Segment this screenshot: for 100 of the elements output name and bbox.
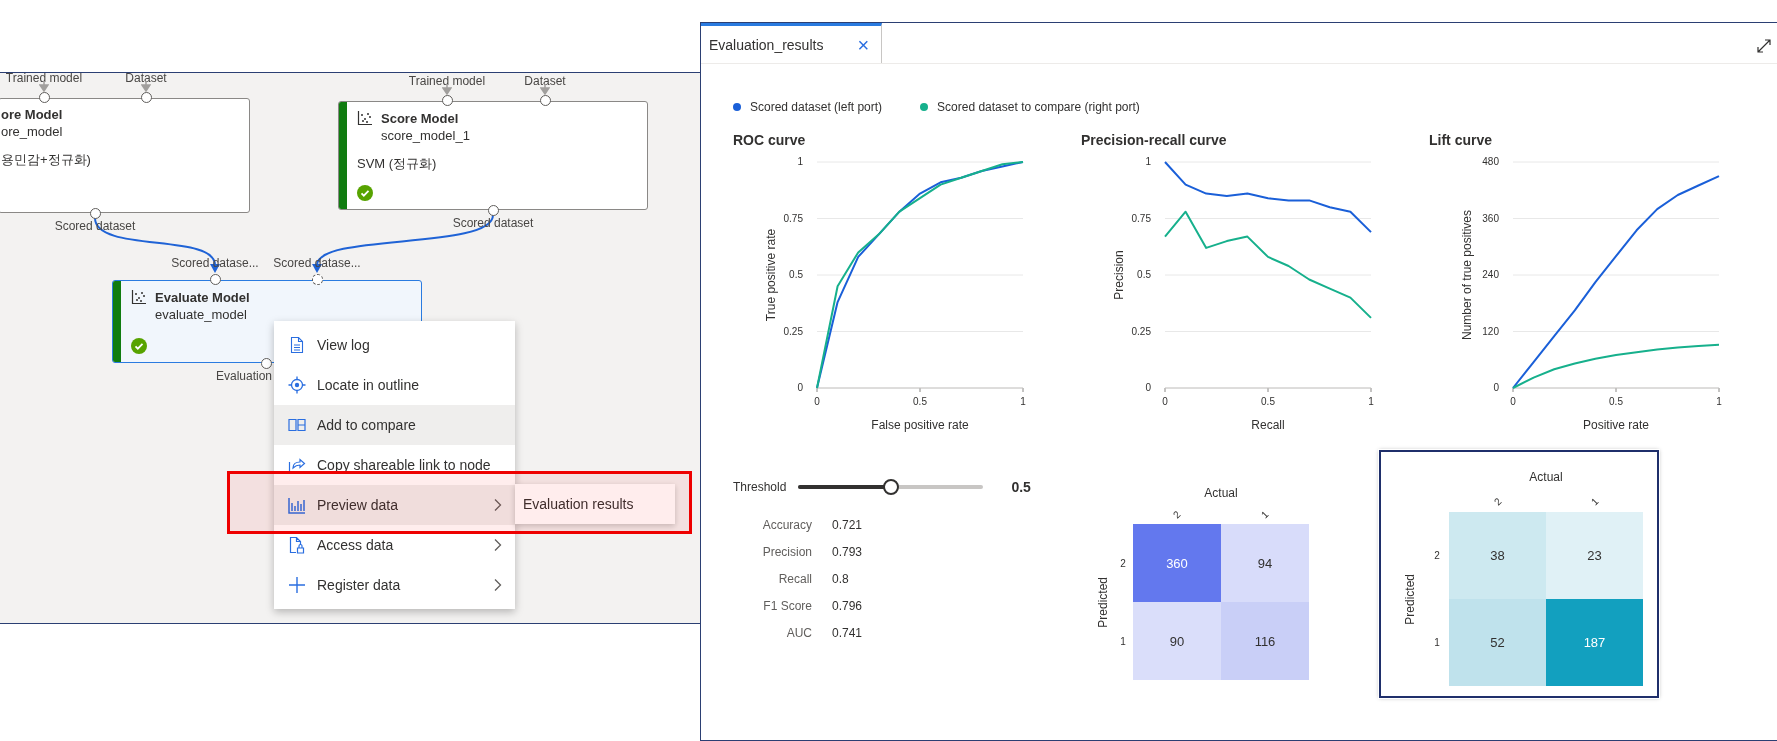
- tick-label: 1: [797, 156, 803, 167]
- scatter-plot-icon: [131, 289, 147, 305]
- menu-item[interactable]: Access data: [274, 525, 515, 565]
- axis-title: Recall: [1251, 418, 1285, 432]
- input-port[interactable]: [539, 95, 551, 106]
- tick-label: 240: [1482, 269, 1499, 280]
- axis-title: Predicted: [1096, 576, 1110, 628]
- tick-label: 0.5: [789, 269, 803, 280]
- axis-title: Number of true positives: [1460, 209, 1474, 341]
- confusion-matrix[interactable]: Actual 2 1 Predicted 2 38 23 1 52 187: [1379, 450, 1659, 698]
- tick-label: 1: [1716, 396, 1722, 407]
- document-icon: [288, 336, 306, 354]
- menu-item[interactable]: Preview data: [274, 485, 515, 525]
- slider-label: Threshold: [733, 480, 787, 494]
- slider-thumb[interactable]: [882, 479, 899, 495]
- tick-label: 0: [1510, 396, 1516, 407]
- port-label: Evaluation: [215, 369, 272, 383]
- module-description: 용민감+정규화): [1, 151, 92, 169]
- matrix-cell: 360: [1133, 524, 1221, 602]
- tick-label: 0: [814, 396, 820, 407]
- chart-title: Precision-recall curve: [1081, 132, 1228, 148]
- metric-label: F1 Score: [762, 599, 812, 613]
- module-title: Evaluate Model: [155, 289, 250, 305]
- matrix-cell: 23: [1546, 512, 1643, 599]
- row-label: 1: [1434, 637, 1440, 648]
- column-label: 2: [1171, 508, 1183, 520]
- tick-label: 0: [1493, 382, 1499, 393]
- tick-label: 120: [1482, 325, 1499, 337]
- output-port[interactable]: [487, 205, 499, 216]
- chart-title: ROC curve: [733, 132, 807, 148]
- axis-title: True positive rate: [764, 228, 778, 322]
- input-port[interactable]: [209, 274, 221, 285]
- tab-label: Evaluation_results: [709, 36, 824, 53]
- input-port[interactable]: [311, 274, 323, 285]
- output-port[interactable]: [89, 208, 101, 219]
- port-label: Dataset: [524, 74, 566, 88]
- column-label: 1: [1588, 495, 1601, 507]
- chart-title: Lift curve: [1429, 132, 1493, 148]
- tick-label: 0: [797, 382, 803, 393]
- menu-item[interactable]: Add to compare: [274, 405, 515, 445]
- module-name: evaluate_model: [155, 307, 248, 322]
- matrix-cell: 187: [1546, 599, 1643, 686]
- legend-label: Scored dataset to compare (right port): [937, 100, 1140, 114]
- axis-title: Predicted: [1403, 573, 1417, 625]
- menu-item[interactable]: Evaluation results: [515, 484, 675, 524]
- plus-icon: [288, 576, 306, 594]
- input-port[interactable]: [140, 92, 152, 103]
- column-label: 1: [1259, 508, 1271, 520]
- port-label: Trained model: [408, 74, 486, 88]
- tick-label: 0.5: [1609, 396, 1623, 407]
- metric-value: 0.793: [832, 545, 864, 559]
- axis-title: False positive rate: [871, 418, 969, 432]
- tick-label: 1: [1368, 396, 1374, 407]
- menu-item[interactable]: Register data: [274, 565, 515, 605]
- confusion-matrix[interactable]: Actual 2 1 Predicted 2 360 94 1 90 116: [1093, 482, 1309, 680]
- module-node[interactable]: ore Model ore_model 용민감+정규화): [0, 98, 250, 213]
- module-description: SVM (정규화): [357, 155, 438, 173]
- tick-label: 0.5: [1137, 269, 1151, 280]
- metric-label: AUC: [785, 626, 812, 640]
- output-port[interactable]: [260, 358, 272, 369]
- slider-value: 0.5: [1011, 479, 1031, 495]
- metric-label: Recall: [777, 572, 812, 586]
- module-name: score_model_1: [381, 128, 471, 143]
- tick-label: 1: [1020, 396, 1026, 407]
- expand-icon[interactable]: [1757, 39, 1771, 53]
- module-title: Score Model: [381, 110, 459, 126]
- menu-item[interactable]: Locate in outline: [274, 365, 515, 405]
- metric-label: Accuracy: [761, 518, 812, 532]
- tick-label: 0.5: [1261, 396, 1275, 407]
- tick-label: 360: [1482, 212, 1499, 224]
- matrix-cell: 94: [1221, 524, 1309, 602]
- module-node[interactable]: Score Model score_model_1 SVM (정규화): [338, 101, 648, 210]
- input-port[interactable]: [441, 95, 453, 106]
- module-title: ore Model: [1, 107, 63, 122]
- tick-label: 0.75: [1131, 212, 1151, 224]
- compare-icon: [288, 416, 306, 434]
- axis-title: Actual: [1528, 470, 1564, 484]
- metric-label: Precision: [761, 545, 812, 559]
- tick-label: 480: [1482, 156, 1499, 167]
- port-label: Trained model: [5, 73, 83, 85]
- tab[interactable]: Evaluation_results ×: [701, 23, 883, 63]
- port-label: Scored dataset: [452, 216, 534, 230]
- row-label: 1: [1120, 635, 1126, 647]
- metric-value: 0.8: [832, 572, 850, 586]
- bar-chart-icon: [288, 496, 306, 514]
- matrix-cell: 116: [1221, 602, 1309, 680]
- module-name: ore_model: [1, 124, 64, 139]
- tick-label: 0.25: [1131, 325, 1151, 337]
- tick-label: 0: [1145, 382, 1151, 393]
- tick-label: 1: [1145, 156, 1151, 167]
- input-port[interactable]: [38, 92, 50, 103]
- column-label: 2: [1491, 495, 1504, 507]
- close-button[interactable]: ×: [857, 34, 870, 55]
- matrix-cell: 38: [1449, 512, 1546, 599]
- tick-label: 0.25: [783, 325, 803, 337]
- metric-value: 0.741: [832, 626, 864, 640]
- tick-label: 0.5: [913, 396, 927, 407]
- matrix-cell: 90: [1133, 602, 1221, 680]
- axis-title: Positive rate: [1583, 418, 1649, 432]
- axis-title: Precision: [1112, 250, 1126, 300]
